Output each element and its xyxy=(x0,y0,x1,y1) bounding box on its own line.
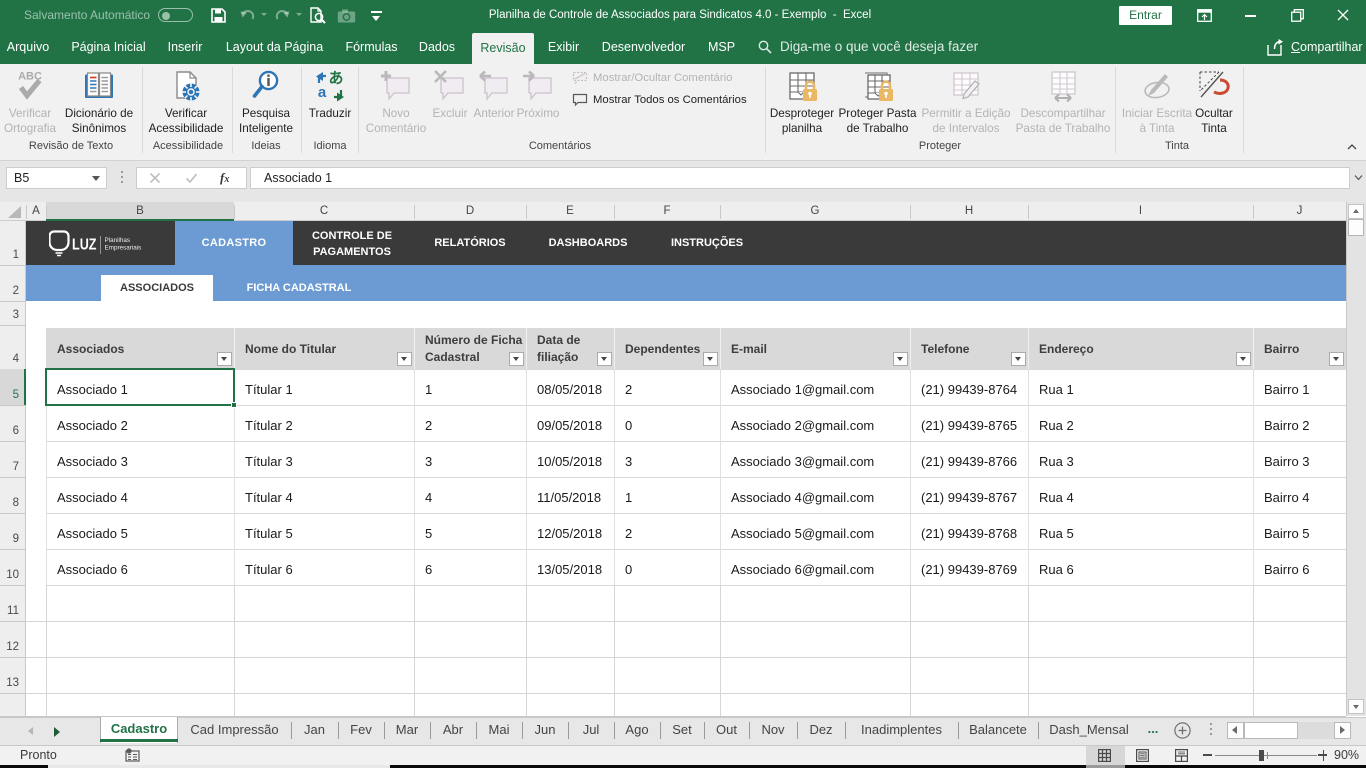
svg-text:LUZ: LUZ xyxy=(72,237,97,254)
svg-text:Empresariais: Empresariais xyxy=(105,245,142,252)
svg-text:Planilhas: Planilhas xyxy=(105,237,131,244)
svg-text:a: a xyxy=(318,84,327,101)
svg-text:あ: あ xyxy=(328,70,343,87)
